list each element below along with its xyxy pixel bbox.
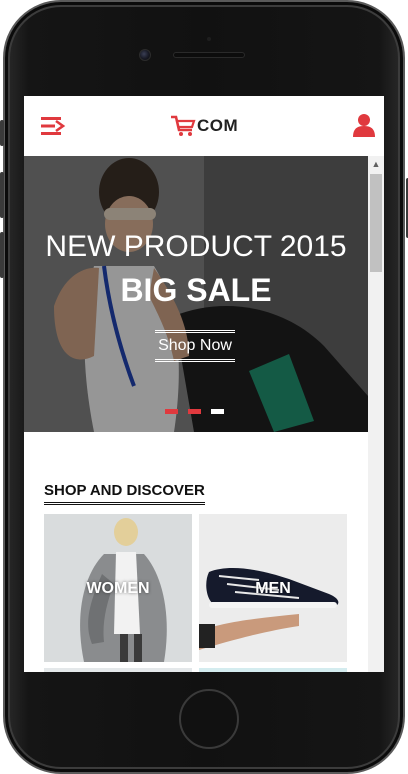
category-tile-peek-2[interactable] (199, 668, 347, 672)
shop-now-button[interactable]: Shop Now (155, 330, 235, 362)
section-title: SHOP AND DISCOVER (44, 482, 205, 505)
slider-dot-1[interactable] (165, 409, 178, 414)
category-tile-men[interactable]: MEN (199, 514, 347, 662)
scroll-up-arrow-icon[interactable]: ▲ (368, 156, 384, 172)
volume-down-button (0, 232, 4, 278)
app-screen: COM NEW PRODUCT 2015 BIG SALE Shop Now ▲… (24, 96, 384, 672)
category-label-women: WOMEN (86, 580, 150, 597)
menu-arrow-icon[interactable] (40, 115, 66, 137)
user-icon[interactable] (353, 113, 375, 137)
brand-name: COM (197, 116, 239, 135)
app-header: COM (24, 96, 384, 156)
category-label-men: MEN (255, 580, 291, 597)
mute-switch (0, 120, 4, 146)
brand-logo[interactable]: COM (170, 114, 238, 138)
camera-icon (139, 49, 151, 61)
category-tile-peek-1[interactable] (44, 668, 192, 672)
sensor-dot (207, 37, 211, 41)
hero-title: NEW PRODUCT 2015 (45, 230, 347, 263)
home-button[interactable] (179, 689, 239, 749)
cart-icon (171, 115, 196, 136)
slider-dots (165, 409, 224, 414)
category-tile-women[interactable]: WOMEN (44, 514, 192, 662)
slider-dot-3[interactable] (211, 409, 224, 414)
scroll-thumb[interactable] (370, 174, 382, 272)
hero-banner: NEW PRODUCT 2015 BIG SALE Shop Now (24, 156, 368, 432)
hero-subtitle: BIG SALE (120, 272, 272, 308)
vertical-scrollbar[interactable]: ▲ (368, 156, 384, 672)
earpiece-speaker (173, 52, 245, 58)
volume-up-button (0, 172, 4, 218)
slider-dot-2[interactable] (188, 409, 201, 414)
